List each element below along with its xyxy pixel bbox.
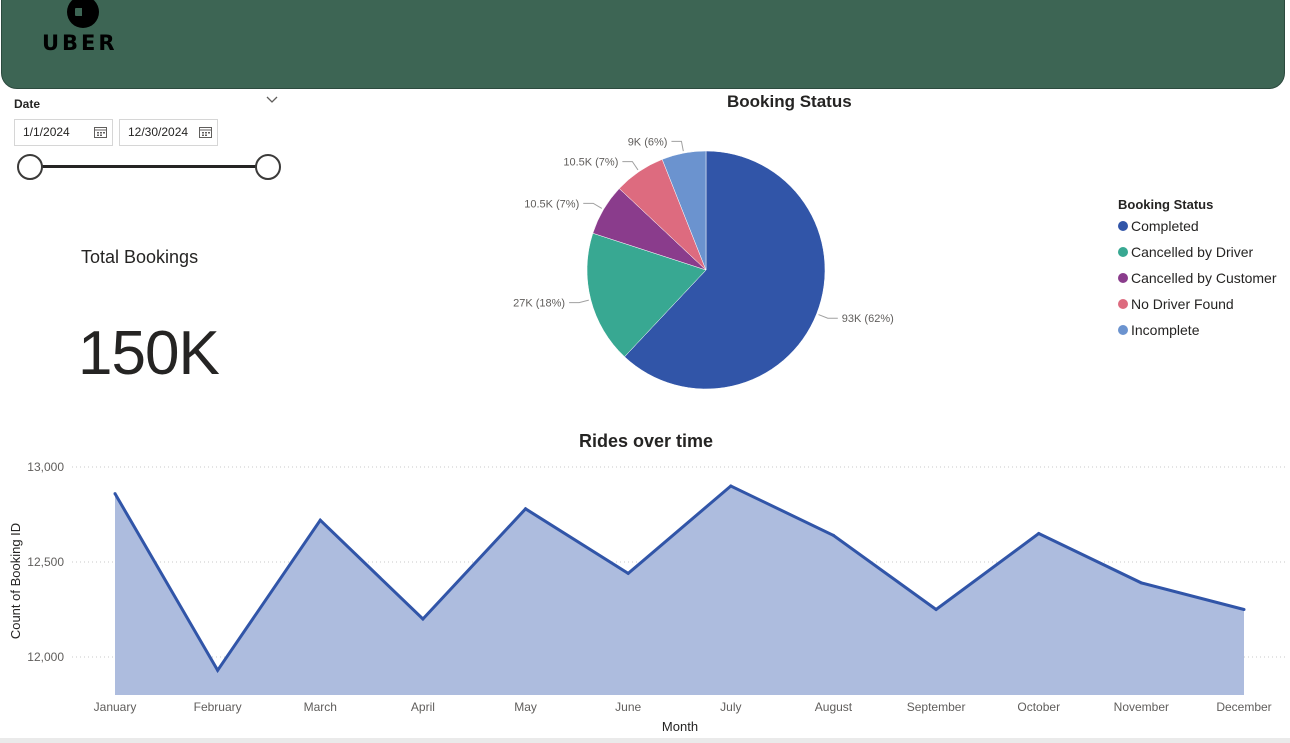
start-date-handle[interactable] <box>17 154 43 180</box>
legend-item-incomplete[interactable]: Incomplete <box>1118 321 1277 347</box>
x-axis-title: Month <box>662 719 698 734</box>
calendar-icon[interactable] <box>199 126 212 138</box>
header-banner: UBER <box>1 0 1285 89</box>
x-tick-label: July <box>720 700 741 714</box>
pie-chart-title: Booking Status <box>727 92 852 111</box>
legend-dot <box>1118 221 1128 231</box>
legend-label: Completed <box>1131 218 1199 234</box>
date-slicer-title: Date <box>14 97 41 111</box>
x-tick-label: January <box>94 700 137 714</box>
data-point-september[interactable] <box>934 608 938 611</box>
data-point-november[interactable] <box>1139 581 1143 585</box>
x-tick-label: November <box>1114 700 1169 714</box>
line-chart-title: Rides over time <box>579 431 714 451</box>
data-point-july[interactable] <box>729 484 733 488</box>
data-point-april[interactable] <box>421 617 425 621</box>
logo-text: UBER <box>42 31 118 55</box>
end-date-value: 12/30/2024 <box>128 125 189 139</box>
data-point-may[interactable] <box>524 507 528 511</box>
x-tick-label: October <box>1017 700 1060 714</box>
data-point-august[interactable] <box>831 533 835 537</box>
x-tick-label: April <box>411 700 435 714</box>
pie-data-label: 93K (62%) <box>842 313 894 325</box>
pie-data-label: 10.5K (7%) <box>563 157 618 169</box>
data-point-january[interactable] <box>113 492 117 496</box>
pie-leader-line <box>671 140 684 152</box>
x-tick-label: December <box>1216 700 1271 714</box>
x-tick-label: September <box>907 700 966 714</box>
pie-legend: Booking Status Completed Cancelled by Dri… <box>1118 197 1277 347</box>
legend-label: Cancelled by Driver <box>1131 244 1254 260</box>
legend-label: Incomplete <box>1131 322 1200 338</box>
data-point-december[interactable] <box>1242 608 1246 611</box>
pie-leader-line <box>818 314 838 319</box>
pie-data-label: 27K (18%) <box>513 298 565 310</box>
pie-leader-line <box>569 299 589 304</box>
x-tick-label: May <box>514 700 537 714</box>
legend-item-completed[interactable]: Completed <box>1118 217 1277 243</box>
date-slicer[interactable]: Date 1/1/2024 12/30/2024 <box>0 90 300 190</box>
legend-item-no-driver-found[interactable]: No Driver Found <box>1118 295 1277 321</box>
start-date-value: 1/1/2024 <box>23 125 70 139</box>
kpi-title: Total Bookings <box>81 247 199 267</box>
pie-leader-line <box>583 202 603 209</box>
end-date-input[interactable]: 12/30/2024 <box>119 119 218 146</box>
data-point-february[interactable] <box>216 668 220 672</box>
legend-title: Booking Status <box>1118 197 1214 212</box>
legend-item-cancelled-by-customer[interactable]: Cancelled by Customer <box>1118 269 1277 295</box>
date-range-track[interactable] <box>30 165 268 168</box>
start-date-input[interactable]: 1/1/2024 <box>14 119 113 146</box>
data-point-june[interactable] <box>626 571 630 575</box>
end-date-handle[interactable] <box>255 154 281 180</box>
pie-leader-line <box>622 161 639 171</box>
y-axis-title: Count of Booking ID <box>8 523 23 639</box>
legend-item-cancelled-by-driver[interactable]: Cancelled by Driver <box>1118 243 1277 269</box>
uber-logo-mark <box>67 0 99 28</box>
data-point-october[interactable] <box>1037 532 1041 535</box>
x-tick-label: June <box>615 700 641 714</box>
legend-dot <box>1118 247 1128 257</box>
booking-status-pie-chart[interactable]: 93K (62%) 27K (18%) 10.5K (7%) 10.5K (7%) 9K… <box>480 120 940 410</box>
legend-dot <box>1118 273 1128 283</box>
chevron-down-icon[interactable] <box>265 94 279 104</box>
area-fill <box>115 486 1244 695</box>
legend-label: Cancelled by Customer <box>1131 270 1277 286</box>
legend-label: No Driver Found <box>1131 296 1234 312</box>
uber-logo: UBER <box>42 0 132 57</box>
bottom-strip <box>0 738 1290 743</box>
pie-data-label: 9K (6%) <box>628 136 668 148</box>
y-tick-label: 13,000 <box>27 460 64 474</box>
x-tick-label: August <box>815 700 853 714</box>
pie-data-label: 10.5K (7%) <box>524 198 579 210</box>
kpi-value: 150K <box>78 319 220 388</box>
rides-over-time-chart[interactable]: 12,000 12,500 13,000 January February March Ap… <box>0 455 1290 740</box>
legend-dot <box>1118 325 1128 335</box>
y-tick-label: 12,000 <box>27 650 64 664</box>
x-tick-label: March <box>304 700 337 714</box>
legend-dot <box>1118 299 1128 309</box>
x-tick-label: February <box>194 700 242 714</box>
calendar-icon[interactable] <box>94 126 107 138</box>
y-tick-label: 12,500 <box>27 555 64 569</box>
data-point-march[interactable] <box>318 518 322 522</box>
